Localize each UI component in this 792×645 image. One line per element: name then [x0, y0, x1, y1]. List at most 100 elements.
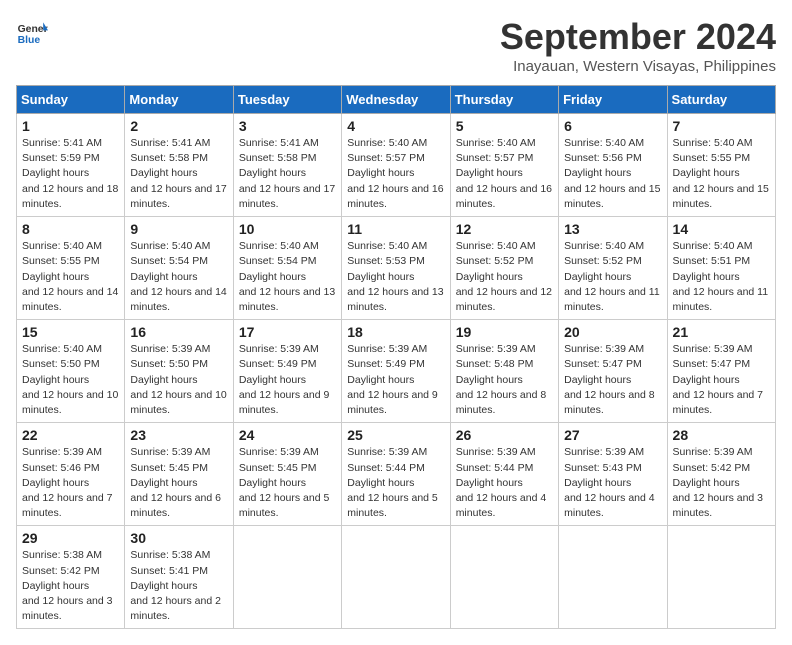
day-number: 5 [456, 118, 553, 134]
day-info: Sunrise: 5:40 AMSunset: 5:53 PMDaylight … [347, 239, 444, 315]
col-header-sunday: Sunday [17, 86, 125, 114]
month-title: September 2024 [500, 16, 776, 58]
calendar-cell: 18 Sunrise: 5:39 AMSunset: 5:49 PMDayligh… [342, 320, 450, 423]
day-number: 22 [22, 427, 119, 443]
day-info: Sunrise: 5:41 AMSunset: 5:58 PMDaylight … [130, 136, 227, 212]
day-number: 16 [130, 324, 227, 340]
day-number: 2 [130, 118, 227, 134]
calendar-cell: 2 Sunrise: 5:41 AMSunset: 5:58 PMDaylight… [125, 114, 233, 217]
day-info: Sunrise: 5:40 AMSunset: 5:52 PMDaylight … [564, 239, 661, 315]
day-info: Sunrise: 5:39 AMSunset: 5:48 PMDaylight … [456, 342, 553, 418]
day-info: Sunrise: 5:40 AMSunset: 5:56 PMDaylight … [564, 136, 661, 212]
day-info: Sunrise: 5:39 AMSunset: 5:44 PMDaylight … [456, 445, 553, 521]
calendar-cell: 11 Sunrise: 5:40 AMSunset: 5:53 PMDayligh… [342, 217, 450, 320]
day-number: 12 [456, 221, 553, 237]
col-header-tuesday: Tuesday [233, 86, 341, 114]
calendar-cell [233, 526, 341, 629]
day-number: 28 [673, 427, 770, 443]
calendar-cell [559, 526, 667, 629]
col-header-thursday: Thursday [450, 86, 558, 114]
day-info: Sunrise: 5:40 AMSunset: 5:52 PMDaylight … [456, 239, 553, 315]
calendar-cell [667, 526, 775, 629]
calendar-cell: 23 Sunrise: 5:39 AMSunset: 5:45 PMDayligh… [125, 423, 233, 526]
day-number: 25 [347, 427, 444, 443]
day-info: Sunrise: 5:38 AMSunset: 5:41 PMDaylight … [130, 548, 227, 624]
calendar-cell: 30Sunrise: 5:38 AMSunset: 5:41 PMDayligh… [125, 526, 233, 629]
day-number: 26 [456, 427, 553, 443]
calendar-cell: 27 Sunrise: 5:39 AMSunset: 5:43 PMDayligh… [559, 423, 667, 526]
calendar-cell: 4 Sunrise: 5:40 AMSunset: 5:57 PMDaylight… [342, 114, 450, 217]
calendar-cell: 29 Sunrise: 5:38 AMSunset: 5:42 PMDayligh… [17, 526, 125, 629]
calendar-cell: 16 Sunrise: 5:39 AMSunset: 5:50 PMDayligh… [125, 320, 233, 423]
calendar-week-5: 29 Sunrise: 5:38 AMSunset: 5:42 PMDayligh… [17, 526, 776, 629]
day-number: 29 [22, 530, 119, 546]
day-info: Sunrise: 5:40 AMSunset: 5:57 PMDaylight … [347, 136, 444, 212]
calendar-cell: 15 Sunrise: 5:40 AMSunset: 5:50 PMDayligh… [17, 320, 125, 423]
day-number: 10 [239, 221, 336, 237]
day-info: Sunrise: 5:40 AMSunset: 5:54 PMDaylight … [130, 239, 227, 315]
day-number: 15 [22, 324, 119, 340]
calendar-header-row: SundayMondayTuesdayWednesdayThursdayFrid… [17, 86, 776, 114]
day-info: Sunrise: 5:40 AMSunset: 5:54 PMDaylight … [239, 239, 336, 315]
day-info: Sunrise: 5:39 AMSunset: 5:45 PMDaylight … [130, 445, 227, 521]
title-block: September 2024 Inayauan, Western Visayas… [500, 16, 776, 75]
day-number: 24 [239, 427, 336, 443]
logo-icon: General Blue [16, 16, 48, 48]
calendar-cell: 21 Sunrise: 5:39 AMSunset: 5:47 PMDayligh… [667, 320, 775, 423]
svg-text:Blue: Blue [18, 35, 41, 46]
calendar-cell: 9 Sunrise: 5:40 AMSunset: 5:54 PMDaylight… [125, 217, 233, 320]
day-number: 21 [673, 324, 770, 340]
calendar-cell: 26 Sunrise: 5:39 AMSunset: 5:44 PMDayligh… [450, 423, 558, 526]
day-number: 23 [130, 427, 227, 443]
calendar-cell [342, 526, 450, 629]
day-number: 17 [239, 324, 336, 340]
day-number: 6 [564, 118, 661, 134]
calendar-cell: 14Sunrise: 5:40 AMSunset: 5:51 PMDayligh… [667, 217, 775, 320]
day-number: 11 [347, 221, 444, 237]
day-info: Sunrise: 5:40 AMSunset: 5:55 PMDaylight … [673, 136, 770, 212]
calendar-cell: 20 Sunrise: 5:39 AMSunset: 5:47 PMDayligh… [559, 320, 667, 423]
day-number: 14 [673, 221, 770, 237]
day-info: Sunrise: 5:39 AMSunset: 5:46 PMDaylight … [22, 445, 119, 521]
logo: General Blue [16, 16, 48, 48]
day-number: 20 [564, 324, 661, 340]
day-info: Sunrise: 5:39 AMSunset: 5:45 PMDaylight … [239, 445, 336, 521]
calendar-cell: 13 Sunrise: 5:40 AMSunset: 5:52 PMDayligh… [559, 217, 667, 320]
day-info: Sunrise: 5:40 AMSunset: 5:55 PMDaylight … [22, 239, 119, 315]
day-info: Sunrise: 5:39 AMSunset: 5:47 PMDaylight … [564, 342, 661, 418]
day-number: 18 [347, 324, 444, 340]
day-number: 13 [564, 221, 661, 237]
calendar-cell: 19 Sunrise: 5:39 AMSunset: 5:48 PMDayligh… [450, 320, 558, 423]
col-header-wednesday: Wednesday [342, 86, 450, 114]
day-info: Sunrise: 5:38 AMSunset: 5:42 PMDaylight … [22, 548, 119, 624]
calendar-week-4: 22 Sunrise: 5:39 AMSunset: 5:46 PMDayligh… [17, 423, 776, 526]
calendar-cell: 28 Sunrise: 5:39 AMSunset: 5:42 PMDayligh… [667, 423, 775, 526]
day-info: Sunrise: 5:40 AMSunset: 5:50 PMDaylight … [22, 342, 119, 418]
calendar-week-1: 1 Sunrise: 5:41 AMSunset: 5:59 PMDaylight… [17, 114, 776, 217]
day-number: 9 [130, 221, 227, 237]
calendar-cell: 7Sunrise: 5:40 AMSunset: 5:55 PMDaylight… [667, 114, 775, 217]
day-info: Sunrise: 5:39 AMSunset: 5:42 PMDaylight … [673, 445, 770, 521]
day-number: 27 [564, 427, 661, 443]
location-subtitle: Inayauan, Western Visayas, Philippines [500, 58, 776, 75]
calendar-cell: 5 Sunrise: 5:40 AMSunset: 5:57 PMDaylight… [450, 114, 558, 217]
col-header-monday: Monday [125, 86, 233, 114]
day-number: 3 [239, 118, 336, 134]
day-info: Sunrise: 5:39 AMSunset: 5:50 PMDaylight … [130, 342, 227, 418]
calendar-week-3: 15 Sunrise: 5:40 AMSunset: 5:50 PMDayligh… [17, 320, 776, 423]
day-number: 19 [456, 324, 553, 340]
day-info: Sunrise: 5:41 AMSunset: 5:59 PMDaylight … [22, 136, 119, 212]
day-info: Sunrise: 5:39 AMSunset: 5:43 PMDaylight … [564, 445, 661, 521]
calendar-table: SundayMondayTuesdayWednesdayThursdayFrid… [16, 85, 776, 629]
day-info: Sunrise: 5:39 AMSunset: 5:49 PMDaylight … [239, 342, 336, 418]
calendar-cell: 6 Sunrise: 5:40 AMSunset: 5:56 PMDaylight… [559, 114, 667, 217]
calendar-cell: 22 Sunrise: 5:39 AMSunset: 5:46 PMDayligh… [17, 423, 125, 526]
day-number: 4 [347, 118, 444, 134]
calendar-cell [450, 526, 558, 629]
day-info: Sunrise: 5:40 AMSunset: 5:57 PMDaylight … [456, 136, 553, 212]
day-number: 1 [22, 118, 119, 134]
calendar-cell: 10 Sunrise: 5:40 AMSunset: 5:54 PMDayligh… [233, 217, 341, 320]
calendar-cell: 8Sunrise: 5:40 AMSunset: 5:55 PMDaylight… [17, 217, 125, 320]
day-info: Sunrise: 5:39 AMSunset: 5:49 PMDaylight … [347, 342, 444, 418]
day-info: Sunrise: 5:39 AMSunset: 5:47 PMDaylight … [673, 342, 770, 418]
